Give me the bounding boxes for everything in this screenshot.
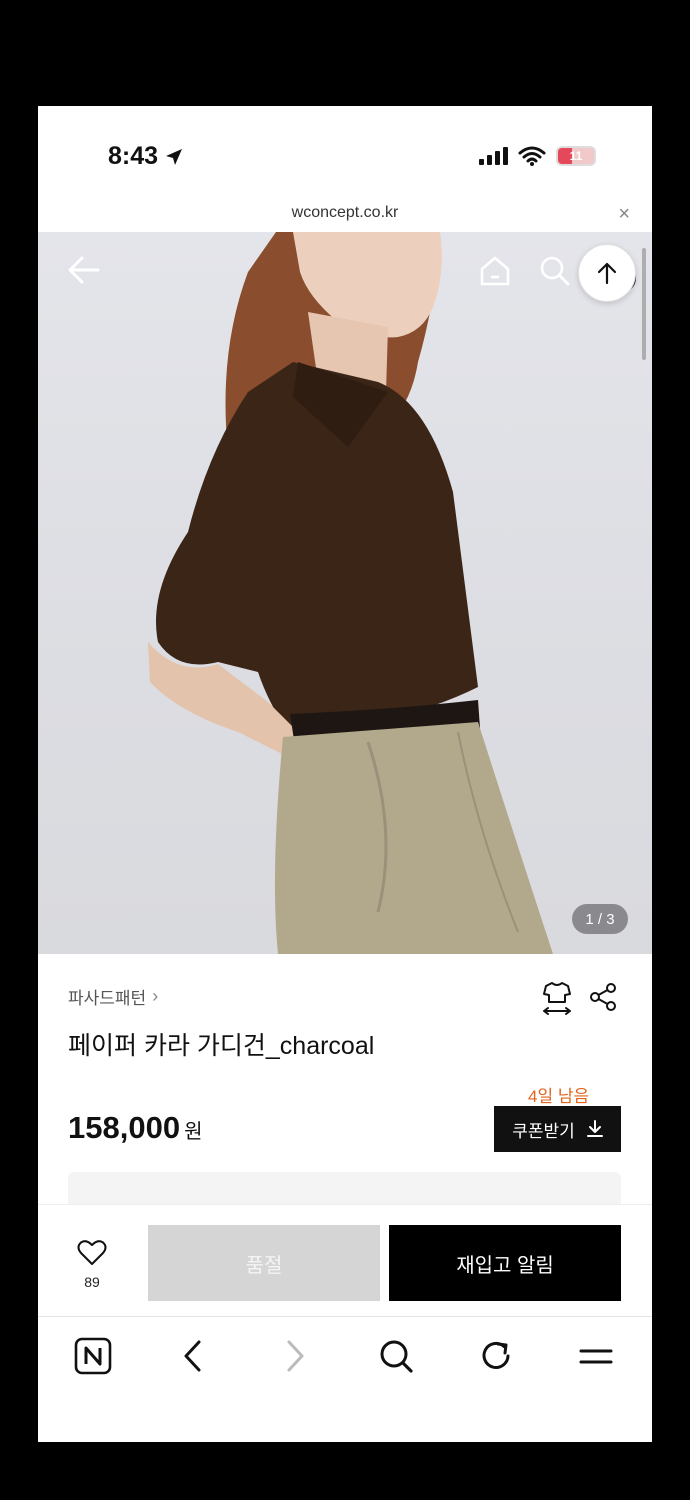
restock-alert-button[interactable]: 재입고 알림 [389,1225,621,1301]
product-photo [148,232,553,954]
browser-search-icon[interactable] [378,1337,414,1375]
url-text[interactable]: wconcept.co.kr [38,204,652,222]
phone-screen: 8:43 11 wconcept.co.kr × 1 / 3 파사드패턴 › 페… [38,106,652,1442]
menu-icon[interactable] [578,1337,614,1375]
close-icon[interactable]: × [618,202,630,226]
purchase-action-bar: 89 품절 재입고 알림 [38,1204,652,1316]
battery-level: 11 [569,149,583,163]
status-time-text: 8:43 [108,142,159,170]
cellular-signal-icon [479,147,508,165]
scroll-to-top-button[interactable] [578,244,636,302]
product-title: 페이퍼 카라 가디건_charcoal [68,1032,375,1060]
status-time: 8:43 [108,142,184,171]
heart-icon [77,1240,107,1265]
like-count: 89 [84,1274,100,1290]
location-arrow-icon [166,148,183,165]
size-guide-icon[interactable] [540,980,574,1016]
brand-name: 파사드패턴 [68,989,147,1008]
scrollbar[interactable] [642,248,646,360]
browser-toolbar [38,1316,652,1396]
coupon-days-left: 4일 남음 [528,1087,590,1106]
coupon-button-label: 쿠폰받기 [512,1121,575,1141]
naver-home-icon[interactable] [74,1337,112,1375]
share-icon[interactable] [588,982,618,1012]
refresh-icon[interactable] [480,1337,514,1375]
chevron-right-icon: › [152,986,159,1006]
search-icon[interactable] [538,254,572,288]
soldout-button: 품절 [148,1225,380,1301]
url-bar: wconcept.co.kr × [38,202,652,232]
coupon-download-button[interactable]: 쿠폰받기 [494,1106,621,1152]
product-image-gallery[interactable]: 0 1 / 3 [38,232,652,954]
brand-link[interactable]: 파사드패턴 › [68,984,158,1009]
price-amount: 158,000 [68,1110,181,1145]
arrow-up-icon [597,262,617,285]
browser-back-icon[interactable] [180,1337,206,1375]
like-button[interactable]: 89 [74,1239,110,1290]
product-price: 158,000 원 [68,1110,202,1146]
browser-forward-icon [287,1340,304,1372]
wifi-icon [518,146,546,166]
download-icon [586,1120,603,1137]
price-currency: 원 [184,1121,203,1143]
home-icon[interactable] [478,254,512,288]
image-counter: 1 / 3 [572,904,628,934]
status-bar: 8:43 11 [38,106,652,202]
battery-icon: 11 [556,146,596,166]
status-indicators: 11 [478,146,596,166]
back-arrow-icon[interactable] [66,254,102,286]
